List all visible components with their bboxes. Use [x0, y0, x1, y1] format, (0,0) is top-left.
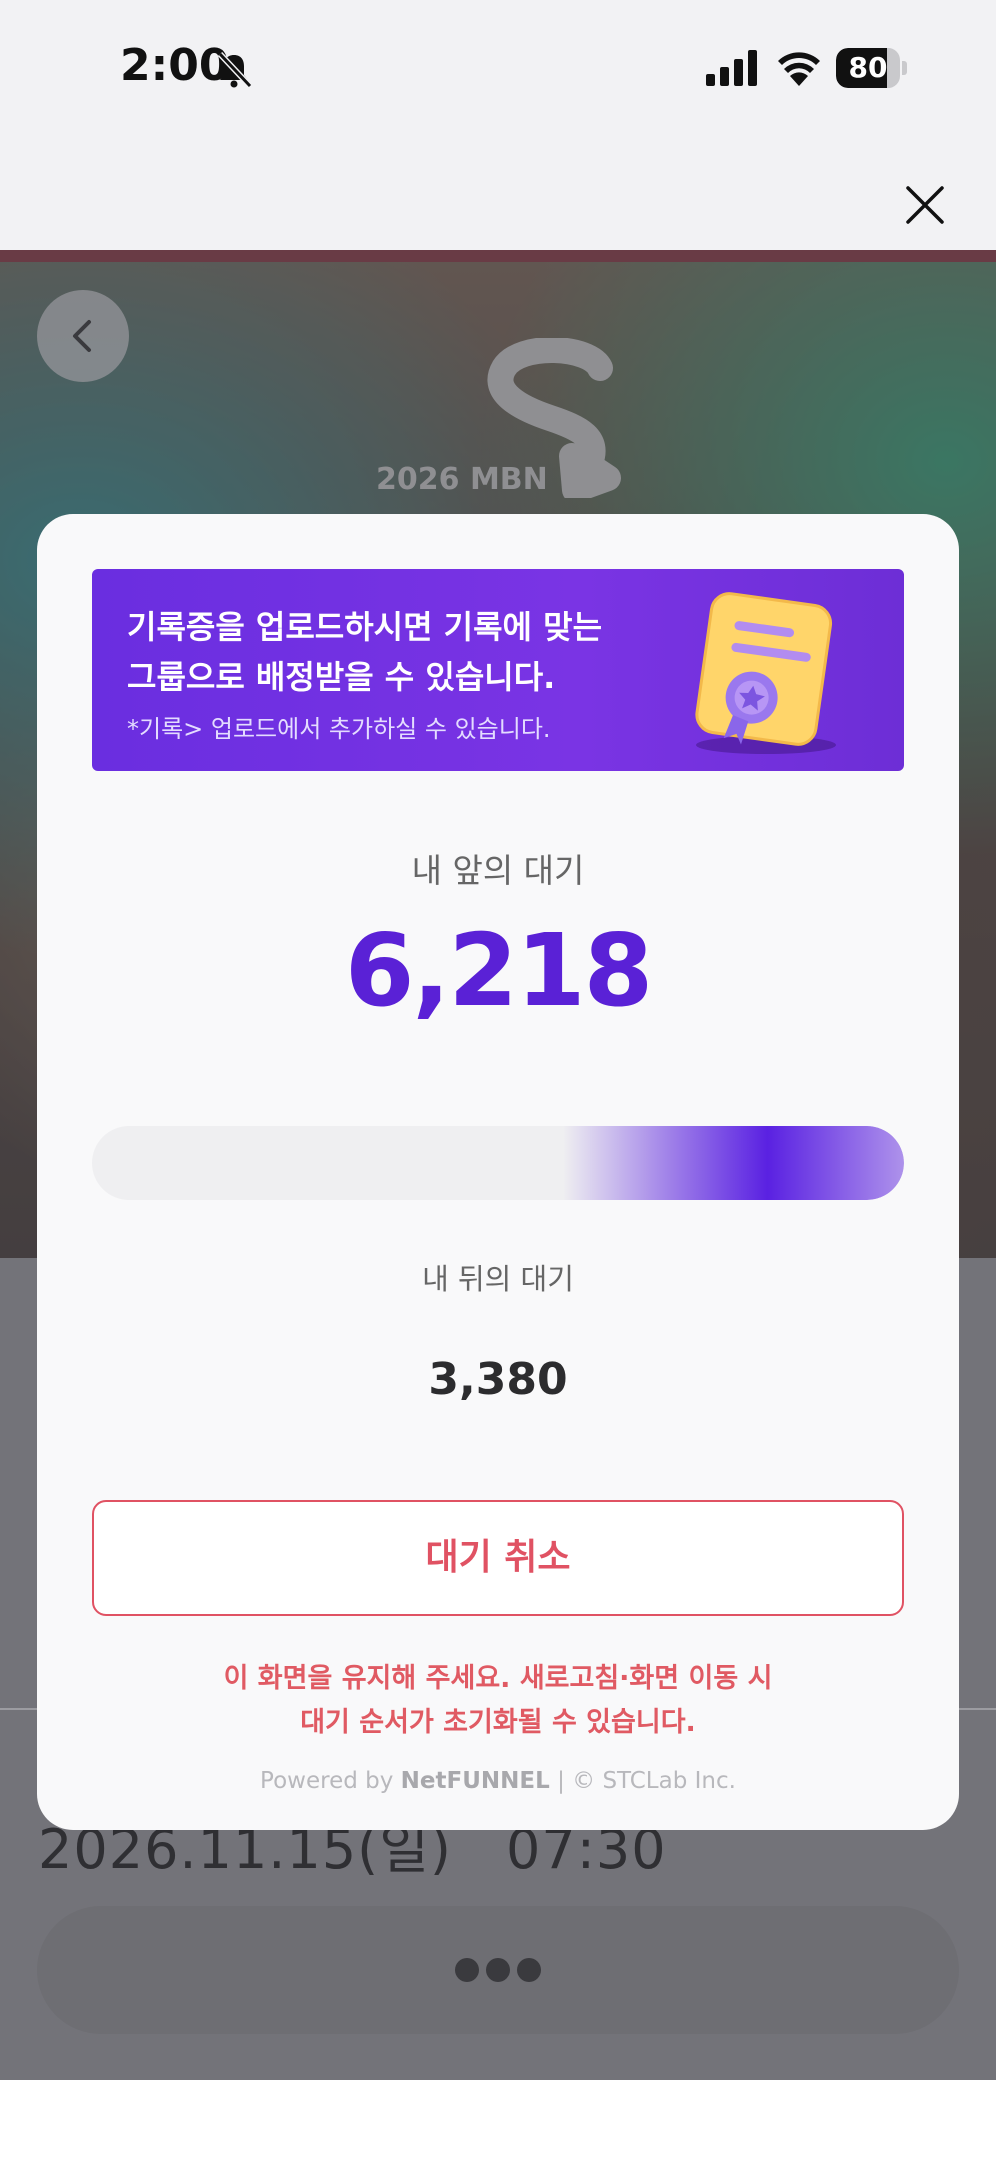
queue-ahead-label: 내 앞의 대기	[411, 851, 585, 890]
status-bar: 2:00 80	[0, 0, 996, 135]
cellular-signal-icon	[706, 50, 757, 86]
powered-suffix: | © STCLab Inc.	[557, 1768, 736, 1794]
battery-indicator: 80	[836, 48, 908, 88]
wifi-icon	[778, 52, 820, 86]
warning-text-line2: 대기 순서가 초기화될 수 있습니다.	[300, 1707, 696, 1738]
loading-dot	[486, 1958, 510, 1982]
queue-ahead-count: 6,218	[344, 912, 653, 1029]
queue-behind-label: 내 뒤의 대기	[422, 1262, 574, 1296]
close-icon[interactable]	[902, 182, 948, 228]
queue-modal: 기록증을 업로드하시면 기록에 맞는 그룹으로 배정받을 수 있습니다. *기록…	[37, 514, 959, 1830]
battery-percent: 80	[848, 51, 888, 84]
battery-nub	[902, 61, 907, 75]
loading-dot	[455, 1958, 479, 1982]
certificate-icon	[695, 592, 836, 754]
powered-brand: NetFUNNEL	[400, 1768, 550, 1794]
queue-progress-fill	[563, 1126, 904, 1200]
queue-progress-track	[92, 1126, 904, 1200]
cancel-wait-label: 대기 취소	[425, 1537, 571, 1578]
certificate-banner[interactable]: 기록증을 업로드하시면 기록에 맞는 그룹으로 배정받을 수 있습니다. *기록…	[92, 569, 904, 771]
cancel-wait-button[interactable]: 대기 취소	[92, 1500, 904, 1616]
queue-behind-count: 3,380	[428, 1354, 568, 1405]
register-button-loading[interactable]	[37, 1906, 959, 2034]
powered-prefix: Powered by	[260, 1768, 394, 1794]
bottom-safe-area	[0, 2080, 996, 2160]
powered-by-footer: Powered by NetFUNNEL | © STCLab Inc.	[37, 1768, 959, 1794]
app-header	[0, 135, 996, 250]
banner-note: *기록> 업로드에서 추가하실 수 있습니다.	[127, 715, 551, 743]
warning-text-line1: 이 화면을 유지해 주세요. 새로고침·화면 이동 시	[223, 1663, 773, 1694]
banner-title-line1: 기록증을 업로드하시면 기록에 맞는	[127, 608, 603, 646]
banner-title-line2: 그룹으로 배정받을 수 있습니다.	[127, 658, 556, 696]
event-logo-text: 2026 MBN	[376, 462, 548, 497]
loading-dot	[517, 1958, 541, 1982]
chevron-left-icon	[73, 320, 91, 352]
battery-shell: 80	[836, 48, 900, 88]
back-button[interactable]	[37, 290, 129, 382]
bell-slash-icon	[217, 51, 253, 89]
